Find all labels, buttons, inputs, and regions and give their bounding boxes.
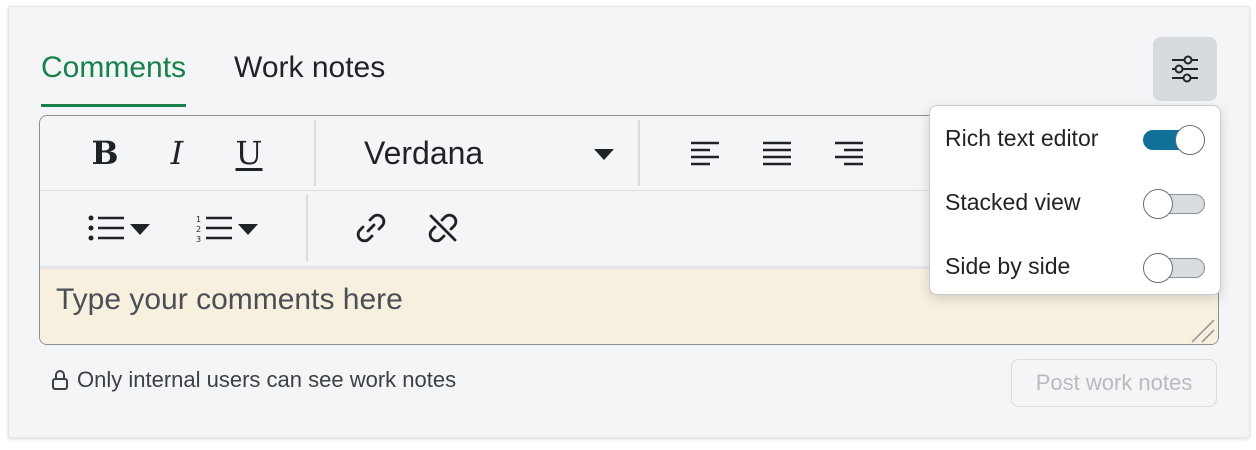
option-side-by-side[interactable]: Side by side xyxy=(930,238,1220,294)
toolbar-divider xyxy=(314,120,316,186)
tab-work-notes[interactable]: Work notes xyxy=(234,45,385,107)
rich-text-editor-toggle[interactable] xyxy=(1143,125,1205,155)
svg-text:3: 3 xyxy=(196,235,201,242)
svg-text:1: 1 xyxy=(196,215,201,224)
sliders-icon xyxy=(1172,55,1198,83)
align-center-button[interactable] xyxy=(752,128,802,178)
option-rich-text-editor[interactable]: Rich text editor xyxy=(930,110,1220,166)
resize-handle-icon[interactable] xyxy=(1190,318,1216,344)
align-right-button[interactable] xyxy=(824,128,874,178)
link-icon xyxy=(356,213,386,243)
align-center-icon xyxy=(763,141,791,166)
option-label: Rich text editor xyxy=(945,124,1099,151)
font-family-value: Verdana xyxy=(364,134,484,171)
bulleted-list-button[interactable] xyxy=(84,203,156,253)
chevron-down-icon xyxy=(594,149,614,160)
visibility-notice: Only internal users can see work notes xyxy=(51,367,456,393)
view-options-popover: Rich text editor Stacked view Side by si… xyxy=(929,105,1221,295)
svg-text:2: 2 xyxy=(196,225,201,234)
numbered-list-icon: 1 2 3 xyxy=(196,215,258,242)
post-work-notes-button[interactable]: Post work notes xyxy=(1011,359,1217,407)
underline-button[interactable]: U xyxy=(224,128,274,178)
tab-comments[interactable]: Comments xyxy=(41,45,187,107)
font-family-select[interactable]: Verdana xyxy=(360,128,620,178)
option-label: Side by side xyxy=(945,252,1071,279)
visibility-notice-text: Only internal users can see work notes xyxy=(77,367,457,392)
side-by-side-toggle[interactable] xyxy=(1143,253,1205,283)
unlink-icon xyxy=(428,213,458,243)
bold-button[interactable]: B xyxy=(80,128,130,178)
stacked-view-toggle[interactable] xyxy=(1143,189,1205,219)
remove-link-button[interactable] xyxy=(418,203,468,253)
option-stacked-view[interactable]: Stacked view xyxy=(930,174,1220,230)
bulleted-list-icon xyxy=(88,215,150,241)
toggle-knob xyxy=(1175,125,1205,155)
italic-button[interactable]: I xyxy=(152,128,202,178)
align-left-button[interactable] xyxy=(680,128,730,178)
lock-icon xyxy=(52,370,68,390)
numbered-list-button[interactable]: 1 2 3 xyxy=(192,203,264,253)
toggle-knob xyxy=(1143,189,1173,219)
align-left-icon xyxy=(691,141,719,166)
toolbar-divider xyxy=(638,120,640,186)
option-label: Stacked view xyxy=(945,188,1081,215)
insert-link-button[interactable] xyxy=(346,203,396,253)
tab-bar: Comments Work notes xyxy=(41,45,433,107)
toggle-knob xyxy=(1143,253,1173,283)
toolbar-divider xyxy=(306,195,308,261)
align-right-icon xyxy=(835,141,863,166)
view-settings-button[interactable] xyxy=(1153,37,1217,101)
